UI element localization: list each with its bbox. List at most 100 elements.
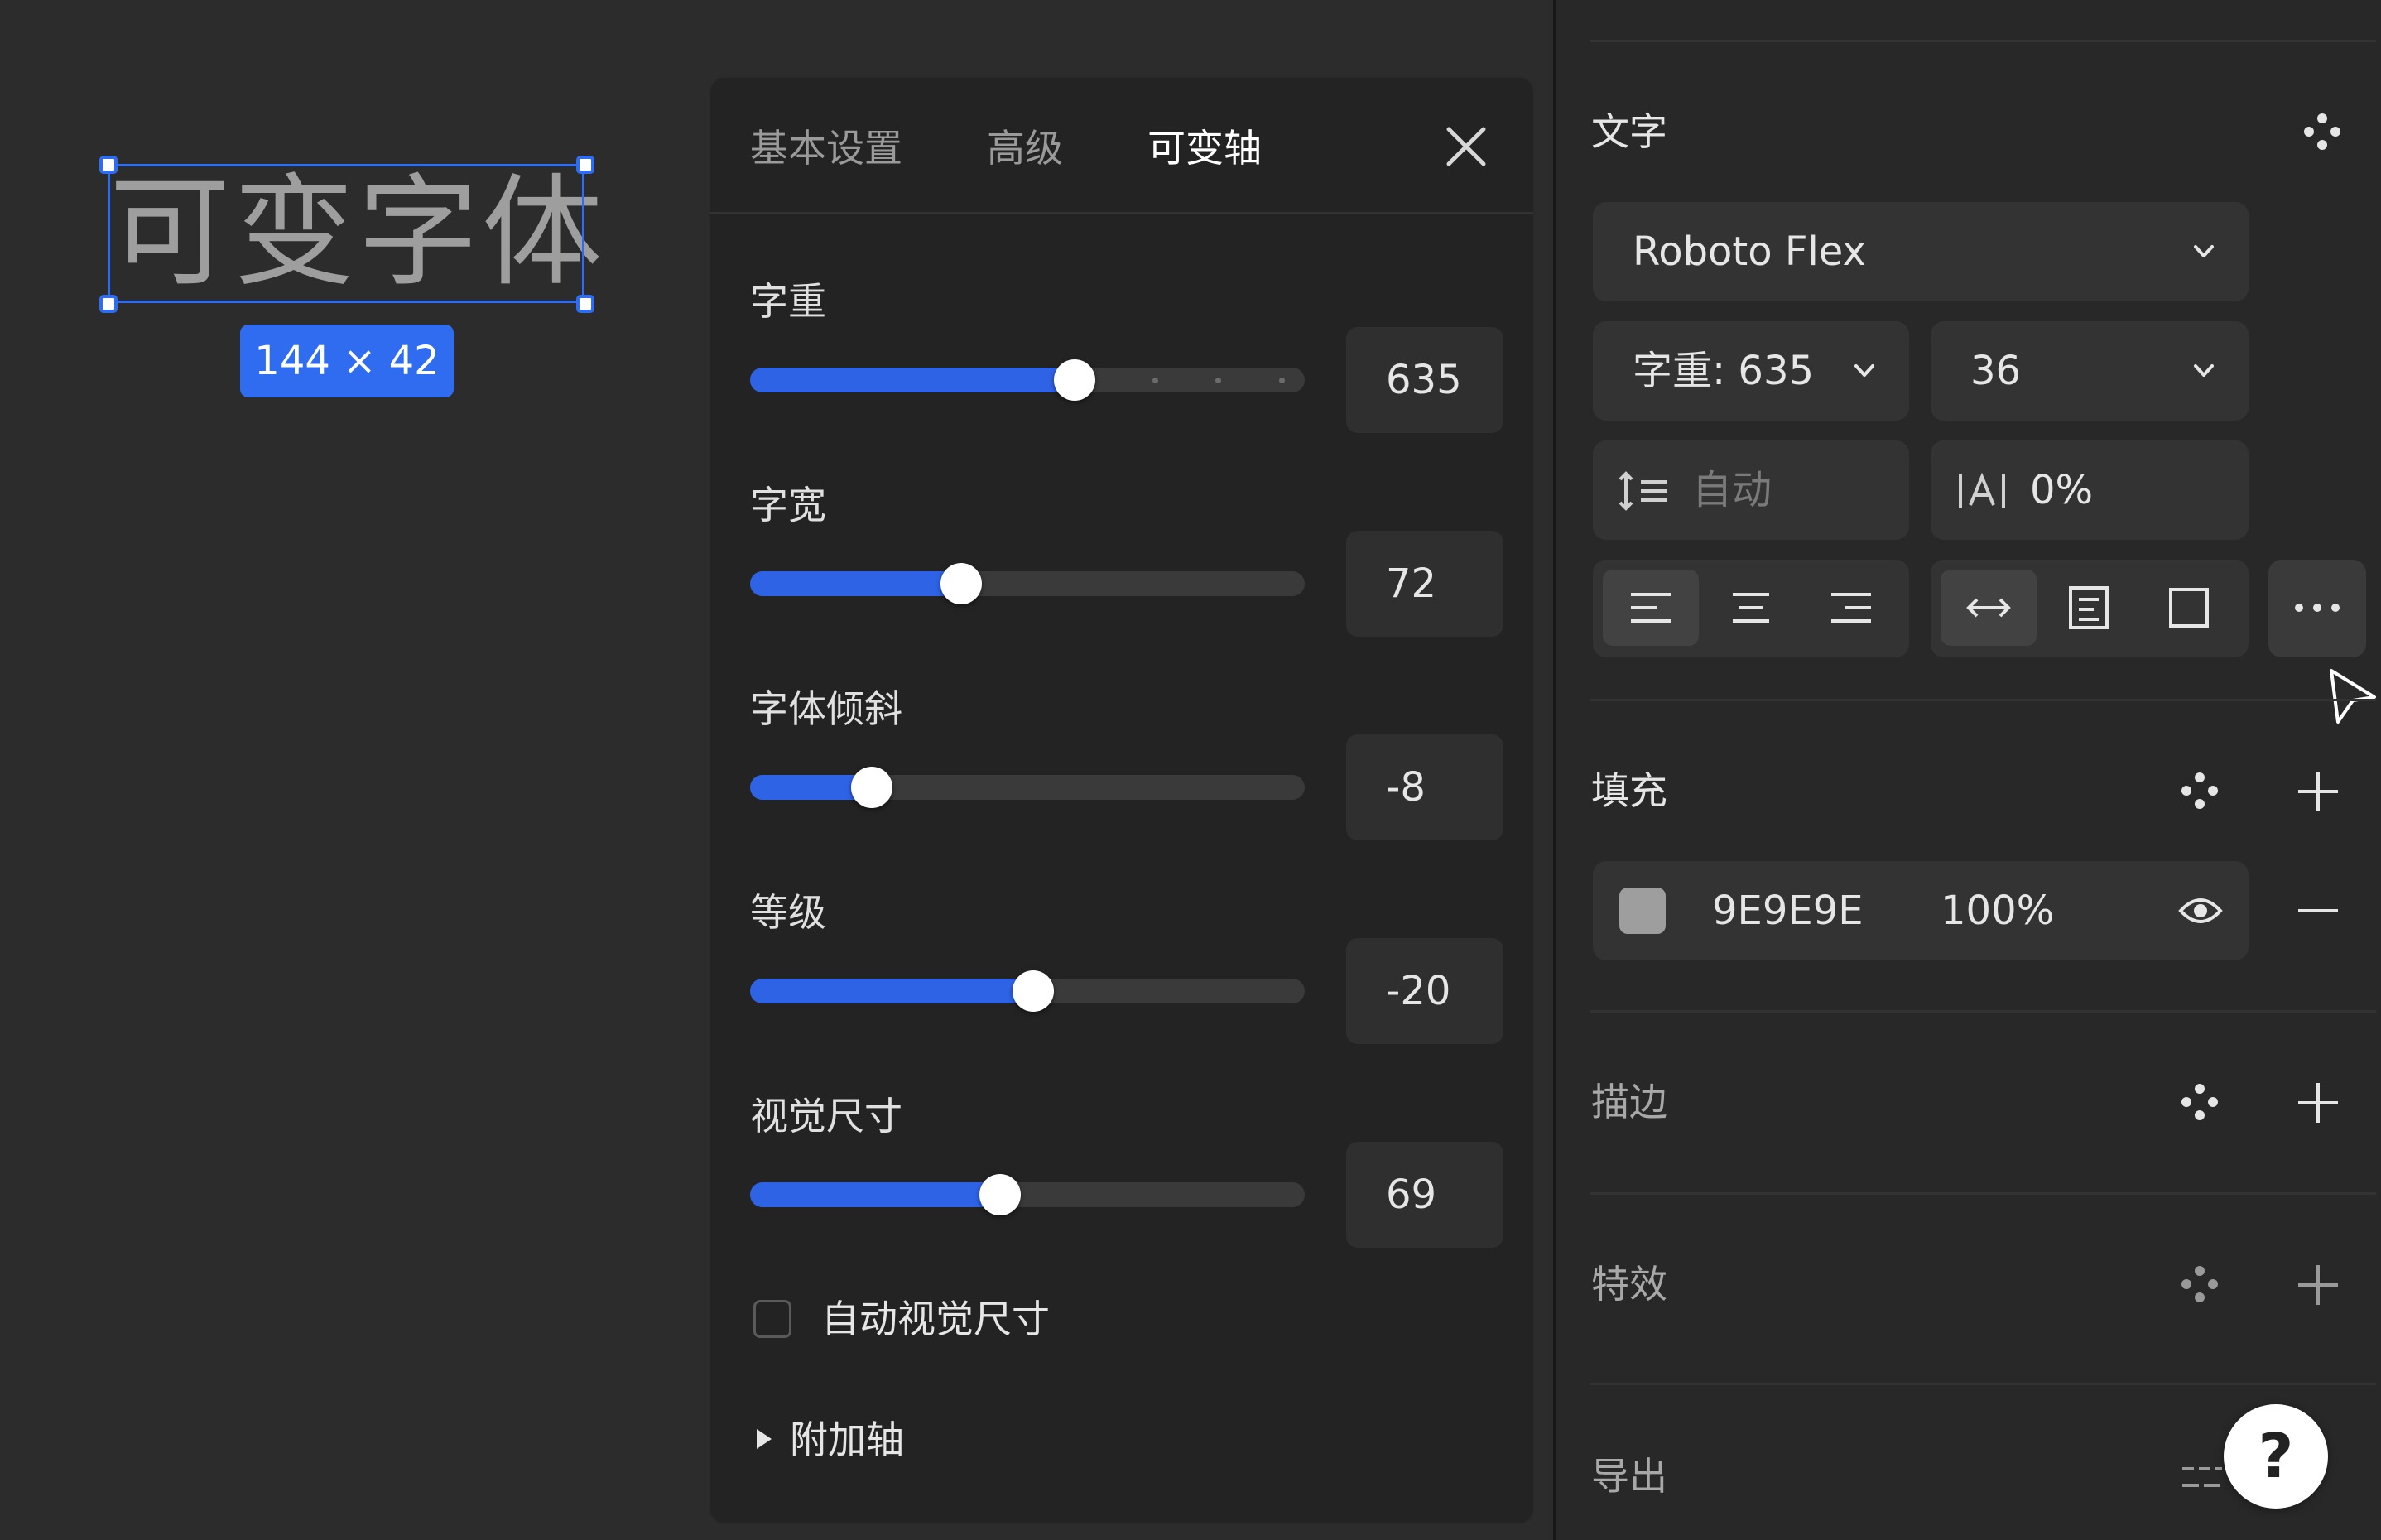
auto-optical-size-label[interactable]: 自动视觉尺寸 — [821, 1292, 1050, 1346]
plus-icon — [2298, 772, 2338, 811]
slider-tick — [1215, 378, 1222, 383]
styles-dots-icon — [2304, 113, 2340, 150]
fill-row[interactable]: 9E9E9E 100% — [1593, 861, 2249, 960]
align-right-icon — [1831, 593, 1871, 623]
text-section-title: 文字 — [1591, 109, 1667, 154]
slider-optical-size[interactable] — [750, 1174, 1305, 1215]
axis-label-optical-size: 视觉尺寸 — [750, 1094, 902, 1138]
line-height-icon — [1619, 471, 1667, 511]
text-resize-group — [1931, 560, 2249, 657]
letter-spacing-input[interactable]: 0% — [1931, 440, 2249, 540]
resize-handle-bottom-left[interactable] — [99, 295, 118, 313]
value-weight[interactable]: 635 — [1346, 327, 1503, 433]
chevron-down-icon — [2194, 364, 2214, 377]
slider-thumb[interactable] — [851, 767, 893, 808]
axis-label-grade: 等级 — [750, 890, 826, 935]
remove-fill-button[interactable] — [2293, 886, 2343, 936]
add-effect-button[interactable] — [2293, 1260, 2343, 1310]
slider-thumb[interactable] — [979, 1174, 1021, 1215]
text-align-group — [1593, 560, 1909, 657]
plus-icon — [2298, 1265, 2338, 1305]
font-family-select[interactable]: Roboto Flex — [1593, 202, 2249, 301]
slider-weight[interactable] — [750, 359, 1305, 401]
align-center-button[interactable] — [1703, 570, 1799, 646]
close-icon — [1446, 127, 1486, 166]
axis-label-width: 字宽 — [750, 483, 826, 527]
stroke-style-button[interactable] — [2179, 1081, 2220, 1123]
auto-height-button[interactable] — [2041, 570, 2137, 646]
text-style-button[interactable] — [2302, 111, 2343, 152]
font-size-select[interactable]: 36 — [1931, 321, 2249, 421]
slider-thumb[interactable] — [1012, 970, 1054, 1012]
fill-color-swatch[interactable] — [1619, 888, 1666, 934]
slider-tick — [1152, 378, 1158, 383]
effects-style-button[interactable] — [2179, 1263, 2220, 1305]
export-settings-button[interactable] — [2179, 1454, 2225, 1500]
minus-icon — [2298, 909, 2338, 912]
variable-axes-panel: 基本设置 高级 可变轴 字重 635 字宽 72 字体倾斜 -8 等级 -20 … — [709, 76, 1535, 1525]
slider-grade[interactable] — [750, 970, 1305, 1012]
close-button[interactable] — [1439, 119, 1494, 174]
line-height-input[interactable]: 自动 — [1593, 440, 1909, 540]
tab-variable-axes[interactable]: 可变轴 — [1147, 119, 1262, 177]
chevron-down-icon — [1854, 364, 1874, 377]
section-divider — [1590, 40, 2376, 42]
fixed-size-icon — [2169, 588, 2209, 628]
resize-handle-top-left[interactable] — [99, 156, 118, 174]
chevron-down-icon — [2194, 245, 2214, 257]
line-height-value: 自动 — [1692, 467, 1773, 513]
eye-icon[interactable] — [2177, 893, 2224, 929]
auto-width-button[interactable] — [1941, 570, 2037, 646]
align-right-button[interactable] — [1803, 570, 1899, 646]
fill-style-button[interactable] — [2179, 770, 2220, 811]
align-left-button[interactable] — [1603, 570, 1699, 646]
fill-hex-value[interactable]: 9E9E9E — [1712, 886, 1864, 936]
help-button[interactable]: ? — [2224, 1404, 2328, 1509]
styles-dots-icon — [2181, 772, 2218, 809]
slider-fill — [750, 979, 1033, 1003]
align-center-icon — [1733, 593, 1769, 623]
extra-axes-toggle[interactable]: 附加轴 — [790, 1412, 904, 1467]
stroke-section-title: 描边 — [1591, 1080, 1667, 1124]
size-badge: 144 × 42 — [240, 325, 454, 397]
resize-handle-bottom-right[interactable] — [576, 295, 594, 313]
slider-slant[interactable] — [750, 767, 1305, 808]
resize-handle-top-right[interactable] — [576, 156, 594, 174]
slider-thumb[interactable] — [940, 563, 982, 604]
value-grade[interactable]: -20 — [1346, 938, 1503, 1044]
tab-advanced[interactable]: 高级 — [987, 119, 1063, 177]
font-weight-select[interactable]: 字重: 635 — [1593, 321, 1909, 421]
add-fill-button[interactable] — [2293, 767, 2343, 816]
slider-fill — [750, 368, 1075, 392]
slider-thumb[interactable] — [1053, 359, 1095, 401]
value-slant[interactable]: -8 — [1346, 734, 1503, 840]
auto-width-icon — [1966, 598, 2011, 618]
fill-opacity-value[interactable]: 100% — [1941, 886, 2054, 936]
letter-spacing-value: 0% — [2030, 467, 2094, 513]
selection-box[interactable] — [108, 164, 584, 303]
axis-label-slant: 字体倾斜 — [750, 686, 902, 731]
more-text-options-button[interactable] — [2268, 560, 2366, 657]
fill-section-title: 填充 — [1591, 768, 1667, 813]
styles-dots-icon — [2181, 1084, 2218, 1120]
slider-fill — [750, 571, 961, 596]
properties-panel: 文字 Roboto Flex 字重: 635 36 自动 0% 填充 9E9E9… — [1556, 0, 2381, 1540]
align-left-icon — [1631, 593, 1671, 623]
add-stroke-button[interactable] — [2293, 1078, 2343, 1128]
export-section-title: 导出 — [1591, 1454, 1667, 1499]
auto-optical-size-checkbox[interactable] — [753, 1300, 791, 1338]
slider-tick — [1279, 378, 1285, 383]
slider-width[interactable] — [750, 563, 1305, 604]
tab-basic-settings[interactable]: 基本设置 — [750, 119, 902, 177]
plus-icon — [2298, 1083, 2338, 1123]
expand-triangle-icon[interactable] — [757, 1429, 772, 1449]
tab-divider — [710, 212, 1533, 214]
mouse-cursor-icon — [2330, 669, 2376, 724]
sliders-icon — [2182, 1467, 2222, 1487]
slider-fill — [750, 1182, 1000, 1207]
value-width[interactable]: 72 — [1346, 531, 1503, 637]
section-divider — [1590, 1010, 2376, 1013]
fixed-size-button[interactable] — [2141, 570, 2237, 646]
styles-dots-icon — [2181, 1266, 2218, 1302]
value-optical-size[interactable]: 69 — [1346, 1142, 1503, 1248]
